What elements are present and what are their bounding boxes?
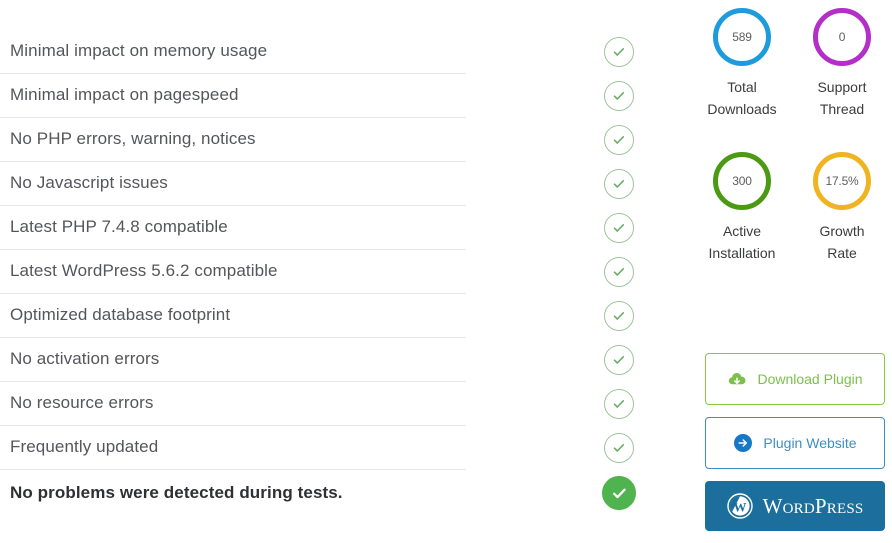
plugin-website-button[interactable]: Plugin Website [705,417,885,469]
status-cell [601,426,637,470]
action-buttons: Download Plugin Plugin Website W WordPre… [705,353,885,531]
check-circle-filled-icon [602,476,636,510]
stats-panel: 589 Total Downloads 0 Support Thread 300… [692,8,892,264]
wordpress-label: WordPress [762,493,864,518]
cloud-download-icon [727,371,747,387]
svg-text:W: W [733,499,746,514]
checklist-item-label: Latest PHP 7.4.8 compatible [10,217,228,237]
progress-ring: 589 [713,8,771,66]
stat-label: Active Installation [709,220,776,264]
stat-total-downloads: 589 Total Downloads [692,8,792,120]
status-cell [601,250,637,294]
wordpress-logo-icon: W [726,493,753,519]
stat-label-line1: Total [727,79,757,95]
list-item: No activation errors [0,338,466,382]
list-item: No PHP errors, warning, notices [0,118,466,162]
status-cell [601,74,637,118]
list-item: Minimal impact on pagespeed [0,74,466,118]
stat-label: Support Thread [817,76,866,120]
list-item: No Javascript issues [0,162,466,206]
progress-ring: 300 [713,152,771,210]
stat-value: 300 [732,174,752,188]
plugin-test-report: Minimal impact on memory usage Minimal i… [0,0,892,543]
checklist-status-column [601,30,637,516]
check-circle-icon [604,37,634,67]
checklist-item-label: Frequently updated [10,437,159,457]
check-circle-icon [604,125,634,155]
status-cell [601,118,637,162]
list-item: Latest PHP 7.4.8 compatible [0,206,466,250]
stat-label-line1: Support [817,79,867,95]
stat-label-line2: Thread [819,101,865,117]
stat-label-line2: Downloads [707,101,777,117]
status-cell [601,294,637,338]
progress-ring: 0 [813,8,871,66]
checklist-item-label: No activation errors [10,349,160,369]
check-circle-icon [604,345,634,375]
checklist-summary-row: No problems were detected during tests. [0,470,466,516]
checklist-item-label: No resource errors [10,393,154,413]
progress-ring: 17.5% [813,152,871,210]
status-cell [601,382,637,426]
stat-value: 17.5% [825,174,859,188]
checklist-item-label: No PHP errors, warning, notices [10,129,256,149]
stats-row-2: 300 Active Installation 17.5% Growth Rat… [692,152,892,264]
list-item: Minimal impact on memory usage [0,30,466,74]
status-cell [601,338,637,382]
list-item: No resource errors [0,382,466,426]
status-cell [601,30,637,74]
stat-label: Growth Rate [819,220,864,264]
check-circle-icon [604,169,634,199]
check-circle-icon [604,257,634,287]
list-item: Latest WordPress 5.6.2 compatible [0,250,466,294]
stat-support-thread: 0 Support Thread [792,8,892,120]
status-cell-summary [601,470,637,516]
download-plugin-label: Download Plugin [757,371,863,387]
check-circle-icon [604,301,634,331]
plugin-website-label: Plugin Website [763,435,857,451]
stat-label: Total Downloads [707,76,776,120]
list-item: Optimized database footprint [0,294,466,338]
checklist-summary-label: No problems were detected during tests. [10,482,343,502]
checklist-item-label: Minimal impact on pagespeed [10,85,239,105]
check-circle-icon [604,389,634,419]
stat-value: 0 [838,30,846,44]
check-circle-icon [604,433,634,463]
download-plugin-button[interactable]: Download Plugin [705,353,885,405]
checklist-item-label: Optimized database footprint [10,305,231,325]
stat-label-line1: Growth [819,223,865,239]
stat-label-line2: Rate [827,245,857,261]
check-circle-icon [604,81,634,111]
check-circle-icon [604,213,634,243]
checklist: Minimal impact on memory usage Minimal i… [0,30,466,516]
status-cell [601,162,637,206]
stat-label-line2: Installation [708,245,776,261]
checklist-item-label: Minimal impact on memory usage [10,41,268,61]
status-cell [601,206,637,250]
stats-row-1: 589 Total Downloads 0 Support Thread [692,8,892,120]
stat-label-line1: Active [722,223,762,239]
stat-value: 589 [732,30,752,44]
arrow-right-circle-icon [733,433,753,453]
checklist-item-label: No Javascript issues [10,173,168,193]
stat-growth-rate: 17.5% Growth Rate [792,152,892,264]
wordpress-button[interactable]: W WordPress [705,481,885,531]
stat-active-installation: 300 Active Installation [692,152,792,264]
list-item: Frequently updated [0,426,466,470]
checklist-item-label: Latest WordPress 5.6.2 compatible [10,261,278,281]
